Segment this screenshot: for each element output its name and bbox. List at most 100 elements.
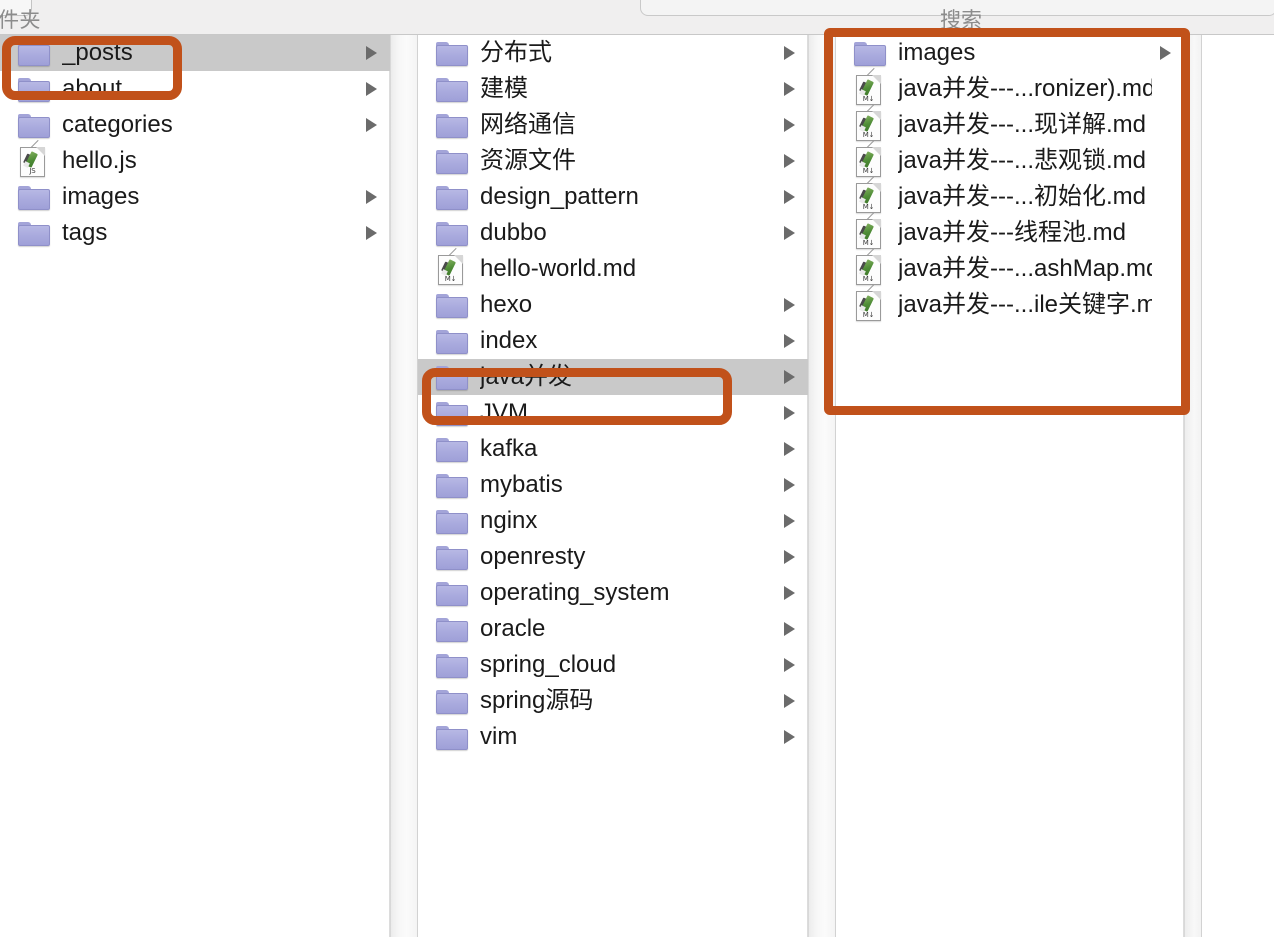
list-item[interactable]: spring源码 bbox=[418, 683, 808, 719]
list-item[interactable]: M↓ java并发---...ile关键字.md bbox=[836, 283, 1184, 323]
list-item[interactable]: M↓ java并发---...ashMap.md bbox=[836, 247, 1184, 287]
column-browser: _posts about categories JS hello.js images tag… bbox=[0, 34, 1274, 937]
chevron-right-icon[interactable] bbox=[358, 226, 384, 240]
list-item[interactable]: openresty bbox=[418, 539, 808, 575]
list-item[interactable]: images bbox=[836, 35, 1184, 71]
chevron-placeholder bbox=[358, 154, 384, 168]
chevron-right-icon[interactable] bbox=[776, 46, 802, 60]
chevron-right-icon[interactable] bbox=[358, 118, 384, 132]
folder-icon bbox=[436, 186, 468, 210]
item-icon bbox=[436, 506, 470, 536]
chevron-placeholder bbox=[776, 262, 802, 276]
item-icon bbox=[436, 434, 470, 464]
list-item[interactable]: categories bbox=[0, 107, 390, 143]
chevron-right-icon[interactable] bbox=[776, 586, 802, 600]
chevron-right-icon[interactable] bbox=[776, 478, 802, 492]
item-label: spring_cloud bbox=[480, 651, 617, 678]
item-icon: M↓ bbox=[854, 175, 888, 213]
chevron-right-icon[interactable] bbox=[776, 730, 802, 744]
column-1-scrollbar[interactable] bbox=[390, 35, 418, 937]
chevron-right-icon[interactable] bbox=[776, 82, 802, 96]
markdown-file-icon: M↓ bbox=[438, 247, 463, 285]
chevron-right-icon[interactable] bbox=[776, 442, 802, 456]
list-item[interactable]: tags bbox=[0, 215, 390, 251]
list-item[interactable]: hexo bbox=[418, 287, 808, 323]
list-item[interactable]: M↓ java并发---...悲观锁.md bbox=[836, 139, 1184, 179]
search-column-label: 搜索 bbox=[940, 9, 982, 32]
column-3-scrollbar[interactable] bbox=[1184, 35, 1202, 937]
list-item[interactable]: 分布式 bbox=[418, 35, 808, 71]
chevron-right-icon[interactable] bbox=[776, 514, 802, 528]
list-item[interactable]: mybatis bbox=[418, 467, 808, 503]
chevron-right-icon[interactable] bbox=[776, 154, 802, 168]
folder-icon bbox=[18, 78, 50, 102]
chevron-placeholder bbox=[1152, 154, 1178, 168]
item-icon bbox=[436, 326, 470, 356]
folder-icon bbox=[436, 294, 468, 318]
column-3[interactable]: images M↓ java并发---...ronizer).md M↓ java并发-… bbox=[836, 35, 1184, 937]
folder-icon bbox=[436, 654, 468, 678]
list-item[interactable]: _posts bbox=[0, 35, 390, 71]
folder-icon bbox=[436, 330, 468, 354]
list-item[interactable]: design_pattern bbox=[418, 179, 808, 215]
list-item[interactable]: dubbo bbox=[418, 215, 808, 251]
list-item[interactable]: nginx bbox=[418, 503, 808, 539]
list-item[interactable]: operating_system bbox=[418, 575, 808, 611]
item-icon bbox=[436, 38, 470, 68]
folder-icon bbox=[436, 78, 468, 102]
list-item[interactable]: M↓ java并发---线程池.md bbox=[836, 211, 1184, 251]
column-2-scrollbar[interactable] bbox=[808, 35, 836, 937]
chevron-right-icon[interactable] bbox=[776, 226, 802, 240]
list-item[interactable]: M↓ hello-world.md bbox=[418, 247, 808, 287]
chevron-right-icon[interactable] bbox=[776, 190, 802, 204]
chevron-right-icon[interactable] bbox=[776, 658, 802, 672]
item-icon bbox=[18, 38, 52, 68]
list-item[interactable]: JS hello.js bbox=[0, 139, 390, 179]
item-icon bbox=[436, 146, 470, 176]
column-1[interactable]: _posts about categories JS hello.js images tag… bbox=[0, 35, 390, 937]
list-item[interactable]: index bbox=[418, 323, 808, 359]
item-icon: M↓ bbox=[854, 139, 888, 177]
chevron-right-icon[interactable] bbox=[776, 370, 802, 384]
folder-icon bbox=[18, 186, 50, 210]
chevron-right-icon[interactable] bbox=[358, 82, 384, 96]
list-item[interactable]: kafka bbox=[418, 431, 808, 467]
list-item[interactable]: images bbox=[0, 179, 390, 215]
list-item[interactable]: M↓ java并发---...ronizer).md bbox=[836, 67, 1184, 107]
chevron-right-icon[interactable] bbox=[358, 190, 384, 204]
folder-icon bbox=[436, 114, 468, 138]
chevron-right-icon[interactable] bbox=[776, 334, 802, 348]
list-item[interactable]: 建模 bbox=[418, 71, 808, 107]
item-icon: JS bbox=[18, 139, 52, 177]
list-item[interactable]: JVM bbox=[418, 395, 808, 431]
chevron-placeholder bbox=[1152, 226, 1178, 240]
chevron-right-icon[interactable] bbox=[776, 118, 802, 132]
item-label: java并发---...初始化.md bbox=[898, 183, 1147, 210]
chevron-right-icon[interactable] bbox=[776, 550, 802, 564]
list-item[interactable]: M↓ java并发---...现详解.md bbox=[836, 103, 1184, 143]
chevron-right-icon[interactable] bbox=[776, 694, 802, 708]
folder-column-label: 件夹 bbox=[0, 9, 41, 32]
list-item[interactable]: spring_cloud bbox=[418, 647, 808, 683]
item-label: categories bbox=[62, 111, 173, 138]
item-icon bbox=[18, 110, 52, 140]
item-icon: M↓ bbox=[854, 103, 888, 141]
list-item[interactable]: vim bbox=[418, 719, 808, 755]
column-2[interactable]: 分布式 建模 网络通信 资源文件 design_pattern dubbo M↓ hello-… bbox=[418, 35, 808, 937]
chevron-right-icon[interactable] bbox=[776, 298, 802, 312]
list-item[interactable]: 资源文件 bbox=[418, 143, 808, 179]
column-4-empty[interactable] bbox=[1202, 35, 1274, 937]
chevron-right-icon[interactable] bbox=[776, 406, 802, 420]
folder-icon bbox=[436, 366, 468, 390]
list-item[interactable]: oracle bbox=[418, 611, 808, 647]
chevron-right-icon[interactable] bbox=[1152, 46, 1178, 60]
chevron-placeholder bbox=[1152, 190, 1178, 204]
list-item[interactable]: 网络通信 bbox=[418, 107, 808, 143]
list-item[interactable]: M↓ java并发---...初始化.md bbox=[836, 175, 1184, 215]
chevron-right-icon[interactable] bbox=[358, 46, 384, 60]
list-item[interactable]: about bbox=[0, 71, 390, 107]
item-label: JVM bbox=[480, 399, 528, 426]
list-item[interactable]: java并发 bbox=[418, 359, 808, 395]
chevron-right-icon[interactable] bbox=[776, 622, 802, 636]
folder-icon bbox=[436, 510, 468, 534]
